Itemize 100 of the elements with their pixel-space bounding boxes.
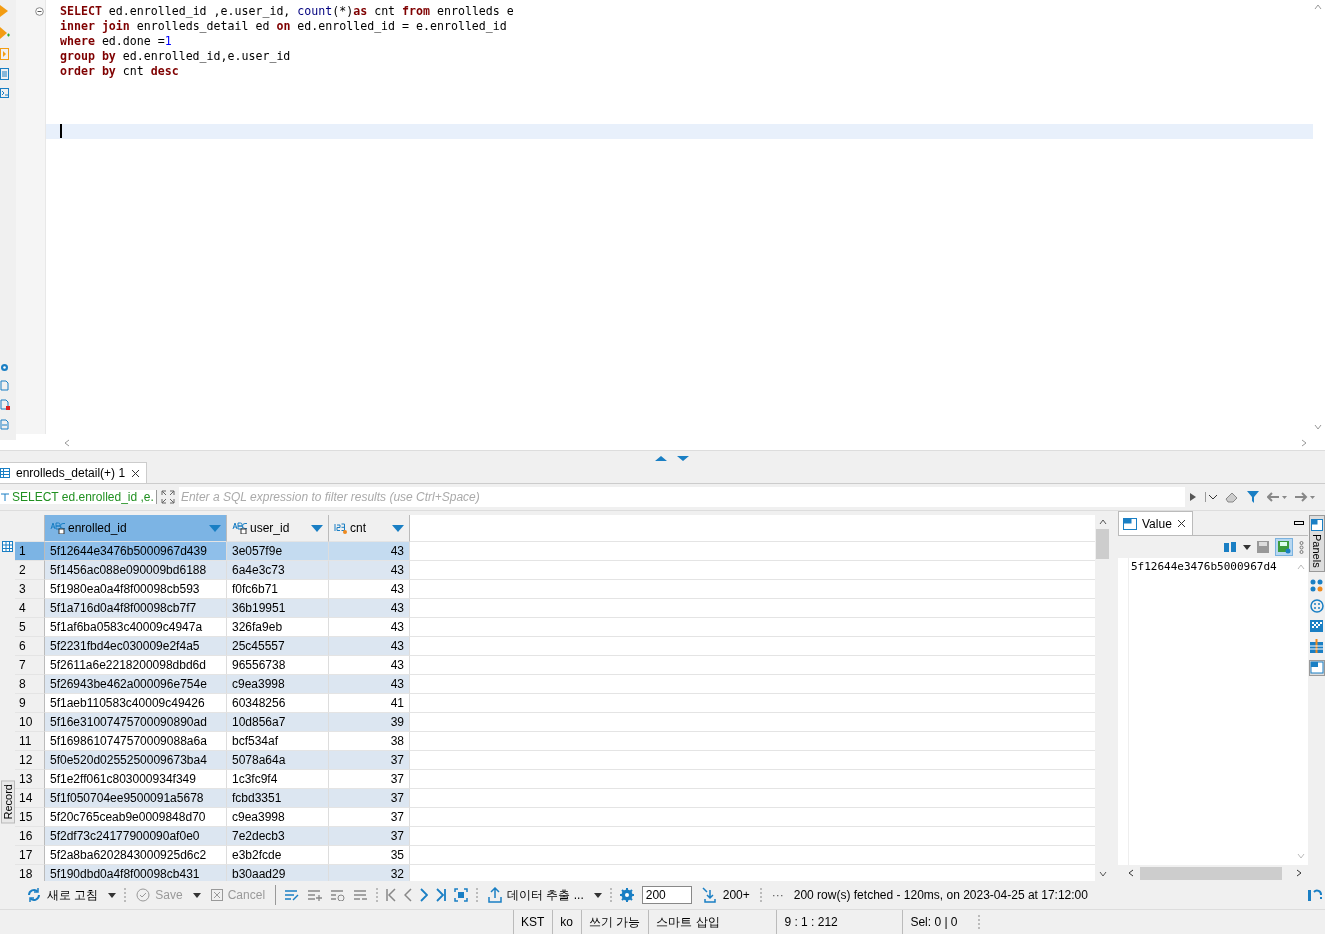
column-header[interactable]: user_id xyxy=(227,515,329,542)
apply-filter-icon[interactable] xyxy=(1189,492,1197,502)
row-number[interactable]: 15 xyxy=(15,808,45,827)
scroll-left-icon[interactable] xyxy=(1128,869,1134,877)
settings-icon[interactable] xyxy=(0,363,9,372)
back-icon[interactable] xyxy=(1267,492,1287,502)
copy-row-icon[interactable] xyxy=(330,889,346,901)
column-header[interactable]: cnt xyxy=(329,515,410,542)
row-number[interactable]: 6 xyxy=(15,637,45,656)
splitter-handle-icon[interactable] xyxy=(654,456,691,461)
filter-icon[interactable] xyxy=(1247,491,1259,503)
previous-page-icon[interactable] xyxy=(404,888,413,902)
scroll-thumb[interactable] xyxy=(1140,866,1282,880)
more-button[interactable]: ··· xyxy=(769,886,786,904)
row-number[interactable]: 16 xyxy=(15,827,45,846)
scroll-up-icon[interactable] xyxy=(1098,519,1107,525)
value-text: 5f12644e3476b5000967d4 xyxy=(1130,559,1278,575)
scroll-down-icon[interactable] xyxy=(1098,871,1107,877)
next-page-icon[interactable] xyxy=(420,888,429,902)
auto-save-icon[interactable] xyxy=(1275,538,1293,556)
table-cell: 5f26943be462a000096e754e xyxy=(45,675,227,694)
settings-icon[interactable] xyxy=(619,888,634,902)
scroll-up-icon[interactable] xyxy=(1314,4,1322,10)
result-tab[interactable]: enrolleds_detail(+) 1 xyxy=(0,462,148,483)
console-icon[interactable] xyxy=(0,88,9,98)
row-number[interactable]: 11 xyxy=(15,732,45,751)
first-page-icon[interactable] xyxy=(386,888,397,902)
row-number[interactable]: 5 xyxy=(15,618,45,637)
table-cell: 43 xyxy=(329,656,410,675)
row-number[interactable]: 13 xyxy=(15,770,45,789)
dropdown-icon[interactable] xyxy=(192,892,201,898)
table-cell: 1c3fc9f4 xyxy=(227,770,329,789)
grouping-icon[interactable] xyxy=(1310,578,1323,592)
close-icon[interactable] xyxy=(131,468,141,478)
last-page-icon[interactable] xyxy=(436,888,447,902)
table-cell: 43 xyxy=(329,542,410,561)
panel-icon[interactable] xyxy=(1308,659,1325,676)
calendar-icon[interactable] xyxy=(1310,638,1323,653)
forward-icon[interactable] xyxy=(1295,492,1315,502)
history-dropdown-icon[interactable] xyxy=(1205,492,1217,502)
row-number[interactable]: 17 xyxy=(15,846,45,865)
table-cell: 60348256 xyxy=(227,694,329,713)
sync-icon[interactable] xyxy=(1307,888,1323,902)
table-cell: 35 xyxy=(329,846,410,865)
dropdown-icon[interactable] xyxy=(1243,544,1251,550)
grid-icon xyxy=(0,468,10,478)
grid-view-icon[interactable] xyxy=(2,541,13,552)
refresh-button[interactable]: 새로 고침 xyxy=(24,884,101,906)
book-icon[interactable] xyxy=(1223,541,1237,553)
dropdown-icon[interactable] xyxy=(108,892,117,898)
more-options-icon[interactable] xyxy=(1299,540,1304,554)
row-number[interactable]: 2 xyxy=(15,561,45,580)
plan-icon[interactable] xyxy=(0,68,9,80)
row-number[interactable]: 8 xyxy=(15,675,45,694)
fetch-size-field[interactable]: 200 xyxy=(641,886,692,904)
file-icon[interactable] xyxy=(0,419,9,430)
dropdown-icon[interactable] xyxy=(593,892,602,898)
run-icon[interactable] xyxy=(0,4,8,18)
script-icon[interactable] xyxy=(0,48,9,60)
metadata-icon[interactable] xyxy=(1309,598,1324,613)
row-number[interactable]: 18 xyxy=(15,865,45,881)
run-new-icon[interactable] xyxy=(0,26,10,40)
scroll-right-icon[interactable] xyxy=(1296,869,1302,877)
minimize-icon[interactable] xyxy=(1294,520,1304,526)
row-number[interactable]: 1 xyxy=(15,542,45,561)
table-cell: 37 xyxy=(329,827,410,846)
edit-row-icon[interactable] xyxy=(284,889,300,901)
row-number[interactable]: 10 xyxy=(15,713,45,732)
sort-dropdown-icon[interactable] xyxy=(209,524,221,532)
row-number[interactable]: 9 xyxy=(15,694,45,713)
save-icon[interactable] xyxy=(1257,541,1269,553)
query-text[interactable]: SELECT ed.enrolled_id ,e. xyxy=(0,490,157,504)
scroll-thumb[interactable] xyxy=(1096,529,1109,559)
sort-dropdown-icon[interactable] xyxy=(311,524,323,532)
expand-icon[interactable] xyxy=(160,490,175,504)
fetch-more-button[interactable]: 200+ xyxy=(699,885,752,905)
column-header[interactable]: enrolled_id xyxy=(45,515,227,542)
row-number[interactable]: 4 xyxy=(15,599,45,618)
export-button[interactable]: 데이터 추출 ... xyxy=(486,884,586,906)
sort-dropdown-icon[interactable] xyxy=(392,524,404,532)
row-number[interactable]: 7 xyxy=(15,656,45,675)
delete-row-icon[interactable] xyxy=(353,889,369,901)
close-icon[interactable] xyxy=(1176,519,1186,528)
code-line: where ed.done =1 xyxy=(60,34,172,49)
collapse-icon[interactable] xyxy=(35,7,44,16)
add-row-icon[interactable] xyxy=(307,889,323,901)
fit-icon[interactable] xyxy=(454,888,469,902)
checker-icon[interactable] xyxy=(1310,619,1323,632)
import-icon[interactable] xyxy=(0,399,10,411)
export-icon[interactable] xyxy=(0,380,9,391)
panels-tab[interactable]: Panels xyxy=(1308,515,1325,572)
eraser-icon[interactable] xyxy=(1225,491,1239,503)
scroll-down-icon[interactable] xyxy=(1314,424,1322,430)
row-number[interactable]: 14 xyxy=(15,789,45,808)
filter-field[interactable]: Enter a SQL expression to filter results (use Ctrl+Space) xyxy=(178,487,1185,507)
value-tab[interactable]: Value xyxy=(1118,511,1193,535)
row-number[interactable]: 12 xyxy=(15,751,45,770)
fetch-icon xyxy=(701,887,718,903)
record-mode-tab[interactable]: Record xyxy=(0,779,15,823)
row-number[interactable]: 3 xyxy=(15,580,45,599)
